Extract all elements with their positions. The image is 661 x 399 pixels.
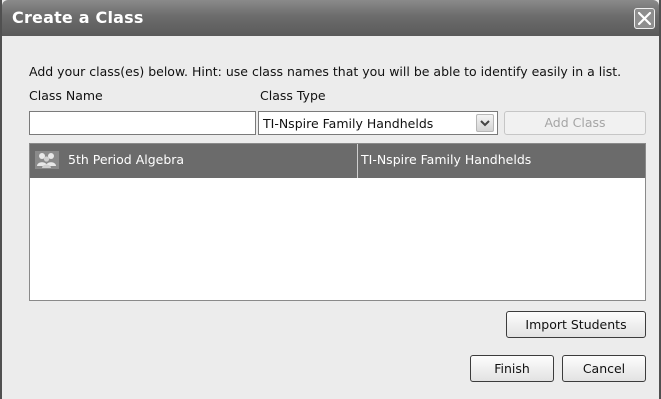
class-name-label: Class Name [29,88,103,103]
hint-text: Add your class(es) below. Hint: use clas… [29,64,622,79]
class-type-cell: TI-Nspire Family Handhelds [361,152,532,167]
class-type-selected-value: TI-Nspire Family Handhelds [263,116,434,131]
import-students-button[interactable]: Import Students [506,311,646,338]
close-icon [638,12,651,25]
class-name-cell: 5th Period Algebra [68,152,185,167]
dropdown-arrow-button[interactable] [476,114,494,132]
close-button[interactable] [634,8,655,29]
column-divider [357,144,358,178]
cancel-button[interactable]: Cancel [562,355,646,382]
class-type-label: Class Type [260,88,326,103]
create-class-dialog: Create a Class Add your class(es) below.… [0,0,661,399]
class-list[interactable]: 5th Period Algebra TI-Nspire Family Hand… [29,143,646,301]
class-type-select[interactable]: TI-Nspire Family Handhelds [258,111,498,135]
dialog-title: Create a Class [12,8,144,27]
class-name-input[interactable] [29,111,256,135]
add-class-button[interactable]: Add Class [504,111,646,135]
group-icon [35,151,59,169]
finish-button[interactable]: Finish [470,355,554,382]
class-list-row[interactable]: 5th Period Algebra TI-Nspire Family Hand… [30,144,645,178]
chevron-down-icon [480,120,490,127]
title-bar[interactable]: Create a Class [2,0,659,36]
